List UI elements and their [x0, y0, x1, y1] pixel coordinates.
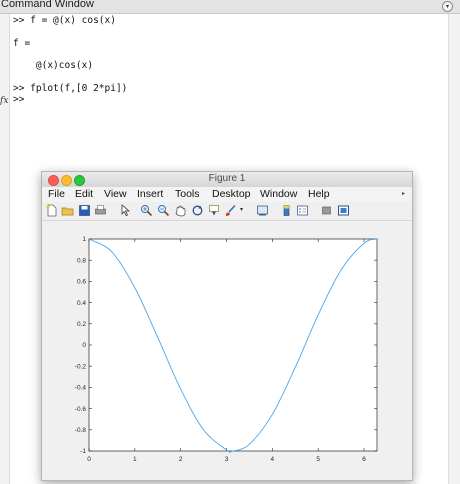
menu-window[interactable]: Window	[260, 188, 297, 200]
print-icon[interactable]	[94, 204, 107, 217]
y-tick-label: -0.8	[75, 427, 87, 434]
dock-icon[interactable]	[337, 204, 350, 217]
menu-insert[interactable]: Insert	[137, 188, 163, 200]
y-tick-label: -1	[80, 448, 86, 455]
rotate-3d-icon[interactable]	[191, 204, 204, 217]
command-line: >> f = @(x) cos(x)	[13, 15, 116, 26]
hide-tools-icon[interactable]	[320, 204, 333, 217]
axes-background	[88, 238, 378, 452]
figure-toolbar: ▾	[42, 202, 412, 221]
line-chart[interactable]: 0 1 2 3 4 5 6 -1 -0.8 -0.6 -0.4 -0.2 0 0.2 0.4 0.6 0.8 1	[42, 221, 412, 480]
menubar-overflow-icon[interactable]: ▸	[402, 190, 405, 197]
x-tick-label: 6	[362, 456, 366, 463]
y-tick-label: -0.2	[75, 363, 87, 370]
menu-help[interactable]: Help	[308, 188, 330, 200]
zoom-out-icon[interactable]	[157, 204, 170, 217]
menu-view[interactable]: View	[104, 188, 127, 200]
x-tick-label: 5	[316, 456, 320, 463]
y-tick-label: 0.8	[77, 257, 86, 264]
y-tick-label: -0.6	[75, 406, 87, 413]
chevron-down-icon[interactable]: ▾	[442, 1, 453, 12]
x-tick-label: 2	[179, 456, 183, 463]
figure-title: Figure 1	[208, 173, 246, 184]
y-tick-label: 0.4	[77, 300, 86, 307]
right-gutter	[448, 14, 460, 484]
open-folder-icon[interactable]	[61, 204, 74, 217]
figure-window: Figure 1 File Edit View Insert Tools Des…	[41, 171, 413, 481]
x-tick-label: 0	[87, 456, 91, 463]
zoom-in-icon[interactable]	[140, 204, 153, 217]
y-tick-label: 0	[82, 342, 86, 349]
x-tick-label: 4	[271, 456, 275, 463]
y-tick-label: 0.6	[77, 279, 86, 286]
command-window-header: Command Window ▾	[0, 0, 460, 14]
output-line: f =	[13, 38, 31, 49]
menu-desktop[interactable]: Desktop	[212, 188, 251, 200]
left-gutter	[0, 14, 10, 484]
y-tick-label: 0.2	[77, 321, 86, 328]
pan-hand-icon[interactable]	[174, 204, 187, 217]
new-file-icon[interactable]	[45, 204, 58, 217]
brush-icon[interactable]	[224, 204, 237, 217]
command-prompt[interactable]: >>	[13, 94, 24, 105]
x-tick-label: 1	[133, 456, 137, 463]
pointer-icon[interactable]	[119, 204, 132, 217]
command-window-title: Command Window	[1, 0, 94, 10]
x-tick-label: 3	[225, 456, 229, 463]
menu-edit[interactable]: Edit	[75, 188, 93, 200]
legend-icon[interactable]	[296, 204, 309, 217]
output-line: @(x)cos(x)	[13, 60, 94, 71]
figure-menubar: File Edit View Insert Tools Desktop Wind…	[42, 187, 412, 202]
figure-titlebar[interactable]: Figure 1	[42, 172, 412, 188]
figure-canvas[interactable]: 0 1 2 3 4 5 6 -1 -0.8 -0.6 -0.4 -0.2 0 0.2 0.4 0.6 0.8 1	[42, 221, 412, 480]
menu-tools[interactable]: Tools	[175, 188, 200, 200]
fx-icon[interactable]: fx	[0, 96, 8, 106]
y-tick-label: 1	[82, 236, 86, 243]
chevron-down-icon[interactable]: ▾	[240, 206, 243, 213]
save-icon[interactable]	[78, 204, 91, 217]
link-plot-icon[interactable]	[256, 204, 269, 217]
colorbar-icon[interactable]	[280, 204, 293, 217]
data-cursor-icon[interactable]	[208, 204, 221, 217]
y-tick-label: -0.4	[75, 385, 87, 392]
command-line: >> fplot(f,[0 2*pi])	[13, 83, 128, 94]
menu-file[interactable]: File	[48, 188, 65, 200]
